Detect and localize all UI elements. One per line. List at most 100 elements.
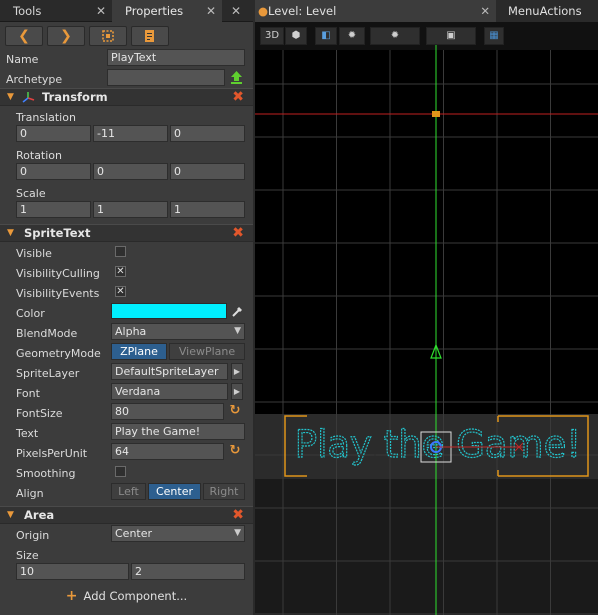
tab-menu-actions[interactable]: MenuActions	[496, 0, 598, 22]
upload-icon[interactable]	[228, 69, 245, 86]
scale-y-field[interactable]: 1	[93, 201, 168, 218]
transform-axes-icon	[22, 92, 35, 103]
font-field[interactable]: Verdana	[111, 383, 228, 400]
rendered-sprite-text: Play the Game!	[295, 423, 581, 466]
font-size-field[interactable]: 80	[111, 403, 224, 420]
blend-mode-label: BlendMode	[16, 327, 78, 340]
archetype-label: Archetype	[6, 73, 63, 86]
scale-x-field[interactable]: 1	[16, 201, 91, 218]
select-object-button[interactable]	[89, 26, 127, 46]
remove-component-icon[interactable]: ✖	[232, 226, 244, 241]
document-edit-icon	[145, 30, 154, 42]
tab-tools-label: Tools	[13, 4, 42, 18]
translation-x-field[interactable]: 0	[16, 125, 91, 142]
area-title: Area	[24, 508, 55, 522]
sprite-layer-label: SpriteLayer	[16, 367, 80, 380]
visibility-events-checkbox[interactable]: ✕	[115, 286, 126, 297]
scene-viewport[interactable]: Play the Game!	[255, 22, 598, 615]
level-viewport-panel: ●Level: Level ✕ MenuActions Play the Gam…	[255, 0, 598, 615]
view-3d-toggle[interactable]: 3D	[260, 27, 284, 45]
size-y-field[interactable]: 2	[131, 563, 245, 580]
rotation-x-field[interactable]: 0	[16, 163, 91, 180]
size-label: Size	[16, 549, 39, 562]
plus-icon: +	[65, 588, 78, 604]
color-label: Color	[16, 307, 45, 320]
close-icon[interactable]: ✕	[480, 0, 490, 22]
reset-icon[interactable]: ↻	[228, 404, 242, 418]
close-icon[interactable]: ✕	[206, 0, 216, 22]
geometry-mode-viewplane[interactable]: ViewPlane	[169, 343, 245, 360]
tab-properties[interactable]: Properties ✕	[112, 0, 222, 22]
translation-z-field[interactable]: 0	[170, 125, 245, 142]
cube-icon[interactable]: ⬢	[285, 27, 307, 45]
pixels-per-unit-label: PixelsPerUnit	[16, 447, 88, 460]
modified-dot-icon: ●	[258, 4, 269, 18]
tab-overflow[interactable]: ✕	[222, 0, 253, 22]
rotation-z-field[interactable]: 0	[170, 163, 245, 180]
grid-snap-icon[interactable]: ▦	[484, 27, 504, 45]
name-field[interactable]: PlayText	[107, 49, 245, 66]
add-component-button[interactable]: + Add Component...	[0, 586, 253, 606]
collapse-icon[interactable]: ▼	[7, 225, 14, 242]
align-left[interactable]: Left	[111, 483, 146, 500]
origin-label: Origin	[16, 529, 50, 542]
translation-label: Translation	[16, 111, 76, 124]
visibility-culling-label: VisibilityCulling	[16, 267, 100, 280]
collapse-icon[interactable]: ▼	[7, 507, 14, 524]
text-field[interactable]: Play the Game!	[111, 423, 245, 440]
transform-header[interactable]: ▼ Transform ✖	[0, 88, 253, 106]
scale-z-field[interactable]: 1	[170, 201, 245, 218]
play-arrow-icon[interactable]: ▶	[231, 383, 243, 400]
camera-view-icon[interactable]: ◧	[315, 27, 337, 45]
spritetext-header[interactable]: ▼ SpriteText ✖	[0, 224, 253, 242]
rotation-y-field[interactable]: 0	[93, 163, 168, 180]
archetype-field[interactable]	[107, 69, 225, 86]
font-size-label: FontSize	[16, 407, 63, 420]
visibility-culling-checkbox[interactable]: ✕	[115, 266, 126, 277]
visible-checkbox[interactable]	[115, 246, 126, 257]
tab-menu-actions-label: MenuActions	[508, 4, 582, 18]
chevron-down-icon: ▼	[234, 528, 241, 538]
align-right[interactable]: Right	[203, 483, 245, 500]
origin-dropdown[interactable]: Center ▼	[111, 525, 245, 542]
size-x-field[interactable]: 10	[16, 563, 129, 580]
name-label: Name	[6, 53, 39, 66]
remove-component-icon[interactable]: ✖	[232, 90, 244, 105]
sprite-layer-field[interactable]: DefaultSpriteLayer	[111, 363, 228, 380]
blend-mode-value: Alpha	[115, 325, 147, 338]
geometry-mode-zplane[interactable]: ZPlane	[111, 343, 167, 360]
area-header[interactable]: ▼ Area ✖	[0, 506, 253, 524]
geometry-mode-label: GeometryMode	[16, 347, 101, 360]
chevron-left-icon: ❮	[18, 28, 30, 44]
align-center[interactable]: Center	[148, 483, 201, 500]
back-button[interactable]: ❮	[5, 26, 43, 46]
smoothing-checkbox[interactable]	[115, 466, 126, 477]
add-component-label: Add Component...	[83, 589, 188, 603]
color-swatch[interactable]	[111, 303, 227, 319]
align-label: Align	[16, 487, 44, 500]
blend-mode-dropdown[interactable]: Alpha ▼	[111, 323, 245, 340]
edit-archetype-button[interactable]	[131, 26, 169, 46]
close-icon[interactable]: ✕	[231, 0, 241, 22]
eyedropper-icon[interactable]	[230, 303, 245, 319]
tab-level[interactable]: ●Level: Level ✕	[255, 0, 496, 22]
collapse-icon[interactable]: ▼	[7, 89, 14, 106]
tab-tools[interactable]: Tools ✕	[0, 0, 112, 22]
view-3d-label: 3D	[264, 30, 280, 41]
camera-icon[interactable]: ▣	[426, 27, 476, 45]
remove-component-icon[interactable]: ✖	[232, 508, 244, 523]
lighting-icon[interactable]: ✹	[339, 27, 365, 45]
sun-icon[interactable]: ✹	[370, 27, 420, 45]
text-label: Text	[16, 427, 39, 440]
rotation-label: Rotation	[16, 149, 63, 162]
font-label: Font	[16, 387, 40, 400]
play-arrow-icon[interactable]: ▶	[231, 363, 243, 380]
smoothing-label: Smoothing	[16, 467, 76, 480]
right-tab-bar: ●Level: Level ✕ MenuActions	[255, 0, 598, 22]
forward-button[interactable]: ❯	[47, 26, 85, 46]
close-icon[interactable]: ✕	[96, 0, 106, 22]
translation-y-field[interactable]: -11	[93, 125, 168, 142]
pixels-per-unit-field[interactable]: 64	[111, 443, 224, 460]
reset-icon[interactable]: ↻	[228, 444, 242, 458]
properties-panel: Tools ✕ Properties ✕ ✕ ❮ ❯ Name PlayText…	[0, 0, 253, 615]
